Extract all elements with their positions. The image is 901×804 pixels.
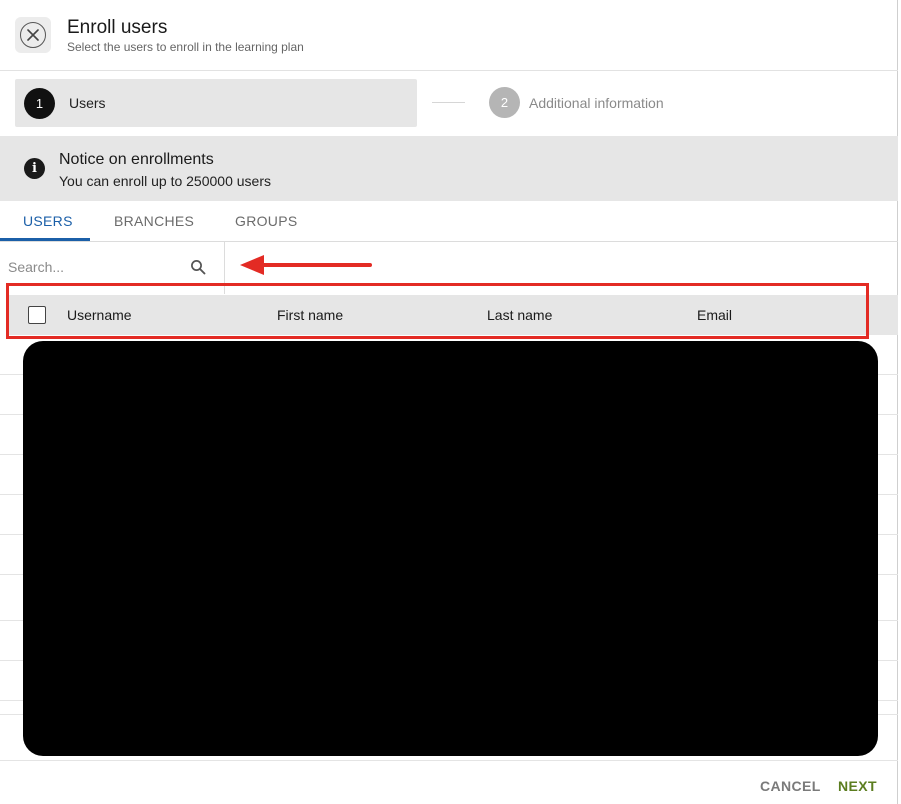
tab-groups[interactable]: GROUPS <box>235 213 297 229</box>
enroll-users-dialog: Enroll users Select the users to enroll … <box>0 0 898 804</box>
footer-divider <box>0 760 898 761</box>
close-icon <box>20 22 46 48</box>
annotation-highlight-box <box>6 283 869 339</box>
notice-text: You can enroll up to 250000 users <box>59 173 271 189</box>
close-button[interactable] <box>15 17 51 53</box>
step-users[interactable]: 1 Users <box>15 79 417 127</box>
step-number: 1 <box>24 87 55 119</box>
step-label: Additional information <box>529 94 664 111</box>
dialog-title: Enroll users <box>67 17 168 38</box>
dialog-header: Enroll users Select the users to enroll … <box>0 0 898 71</box>
info-icon: i <box>24 158 45 179</box>
redacted-table-body <box>23 341 878 756</box>
cancel-button[interactable]: CANCEL <box>760 778 821 794</box>
annotation-arrow <box>240 255 372 275</box>
step-additional-information[interactable]: 2 Additional information <box>489 87 664 118</box>
next-button[interactable]: NEXT <box>838 778 877 794</box>
step-number: 2 <box>489 87 520 118</box>
dialog-subtitle: Select the users to enroll in the learni… <box>67 40 304 54</box>
notice-title: Notice on enrollments <box>59 151 214 168</box>
step-connector <box>432 102 465 103</box>
tab-users[interactable]: USERS <box>23 213 73 229</box>
active-tab-indicator <box>0 238 90 241</box>
tab-branches[interactable]: BRANCHES <box>114 213 194 229</box>
search-icon[interactable] <box>190 259 206 275</box>
tab-bar: USERS BRANCHES GROUPS <box>0 201 898 242</box>
search-input[interactable] <box>8 259 183 275</box>
step-label: Users <box>69 95 106 111</box>
